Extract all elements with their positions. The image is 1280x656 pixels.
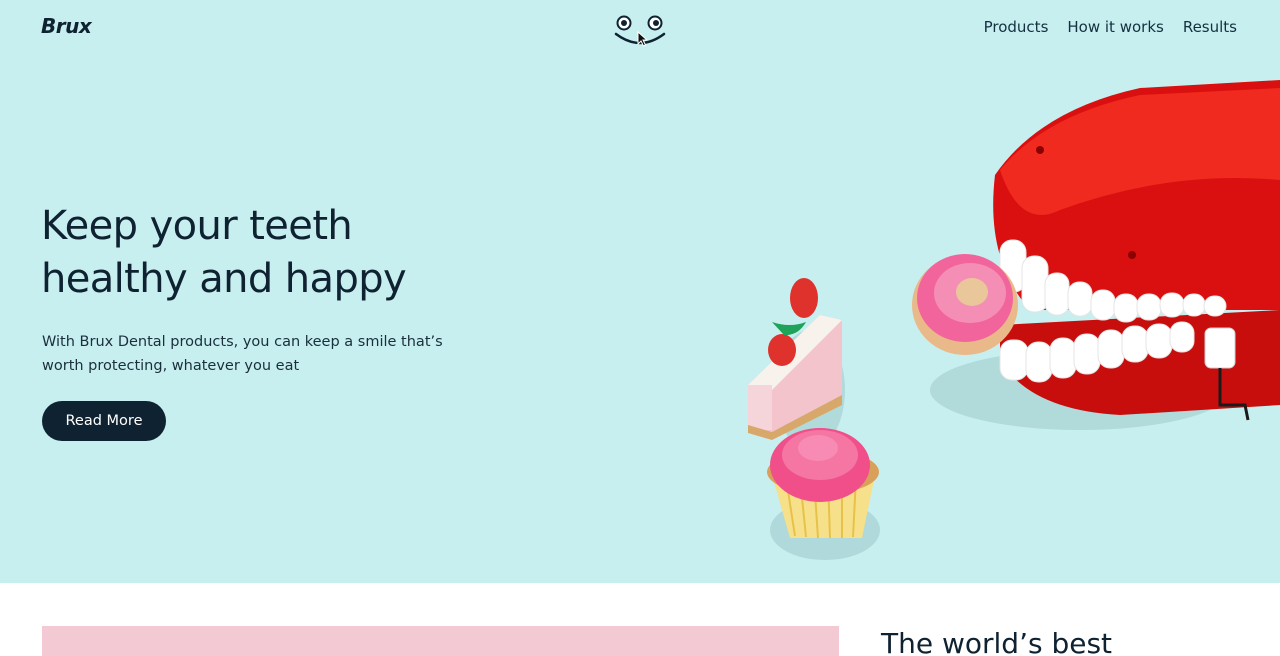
hero-title: Keep your teeth healthy and happy bbox=[41, 200, 501, 306]
mouse-cursor-icon bbox=[637, 31, 649, 47]
hero-illustration bbox=[748, 80, 1280, 560]
nav-how-it-works-link[interactable]: How it works bbox=[1067, 18, 1163, 36]
hero-title-line-2: healthy and happy bbox=[41, 256, 407, 302]
brand-logo[interactable]: Brux bbox=[41, 14, 92, 38]
nav-products-link[interactable]: Products bbox=[984, 18, 1049, 36]
section-title: The world’s best bbox=[881, 627, 1113, 656]
nav-links: Products How it works Results bbox=[984, 18, 1237, 36]
hero-title-line-1: Keep your teeth bbox=[41, 203, 353, 249]
top-nav: Brux Products How it works Results bbox=[0, 0, 1280, 58]
nav-results-link[interactable]: Results bbox=[1183, 18, 1237, 36]
product-image-panel bbox=[42, 626, 839, 656]
read-more-button[interactable]: Read More bbox=[42, 401, 166, 441]
products-section: The world’s best bbox=[0, 583, 1280, 656]
hero-description: With Brux Dental products, you can keep … bbox=[42, 334, 443, 374]
hero-section: Brux Products How it works Results Keep … bbox=[0, 0, 1280, 583]
